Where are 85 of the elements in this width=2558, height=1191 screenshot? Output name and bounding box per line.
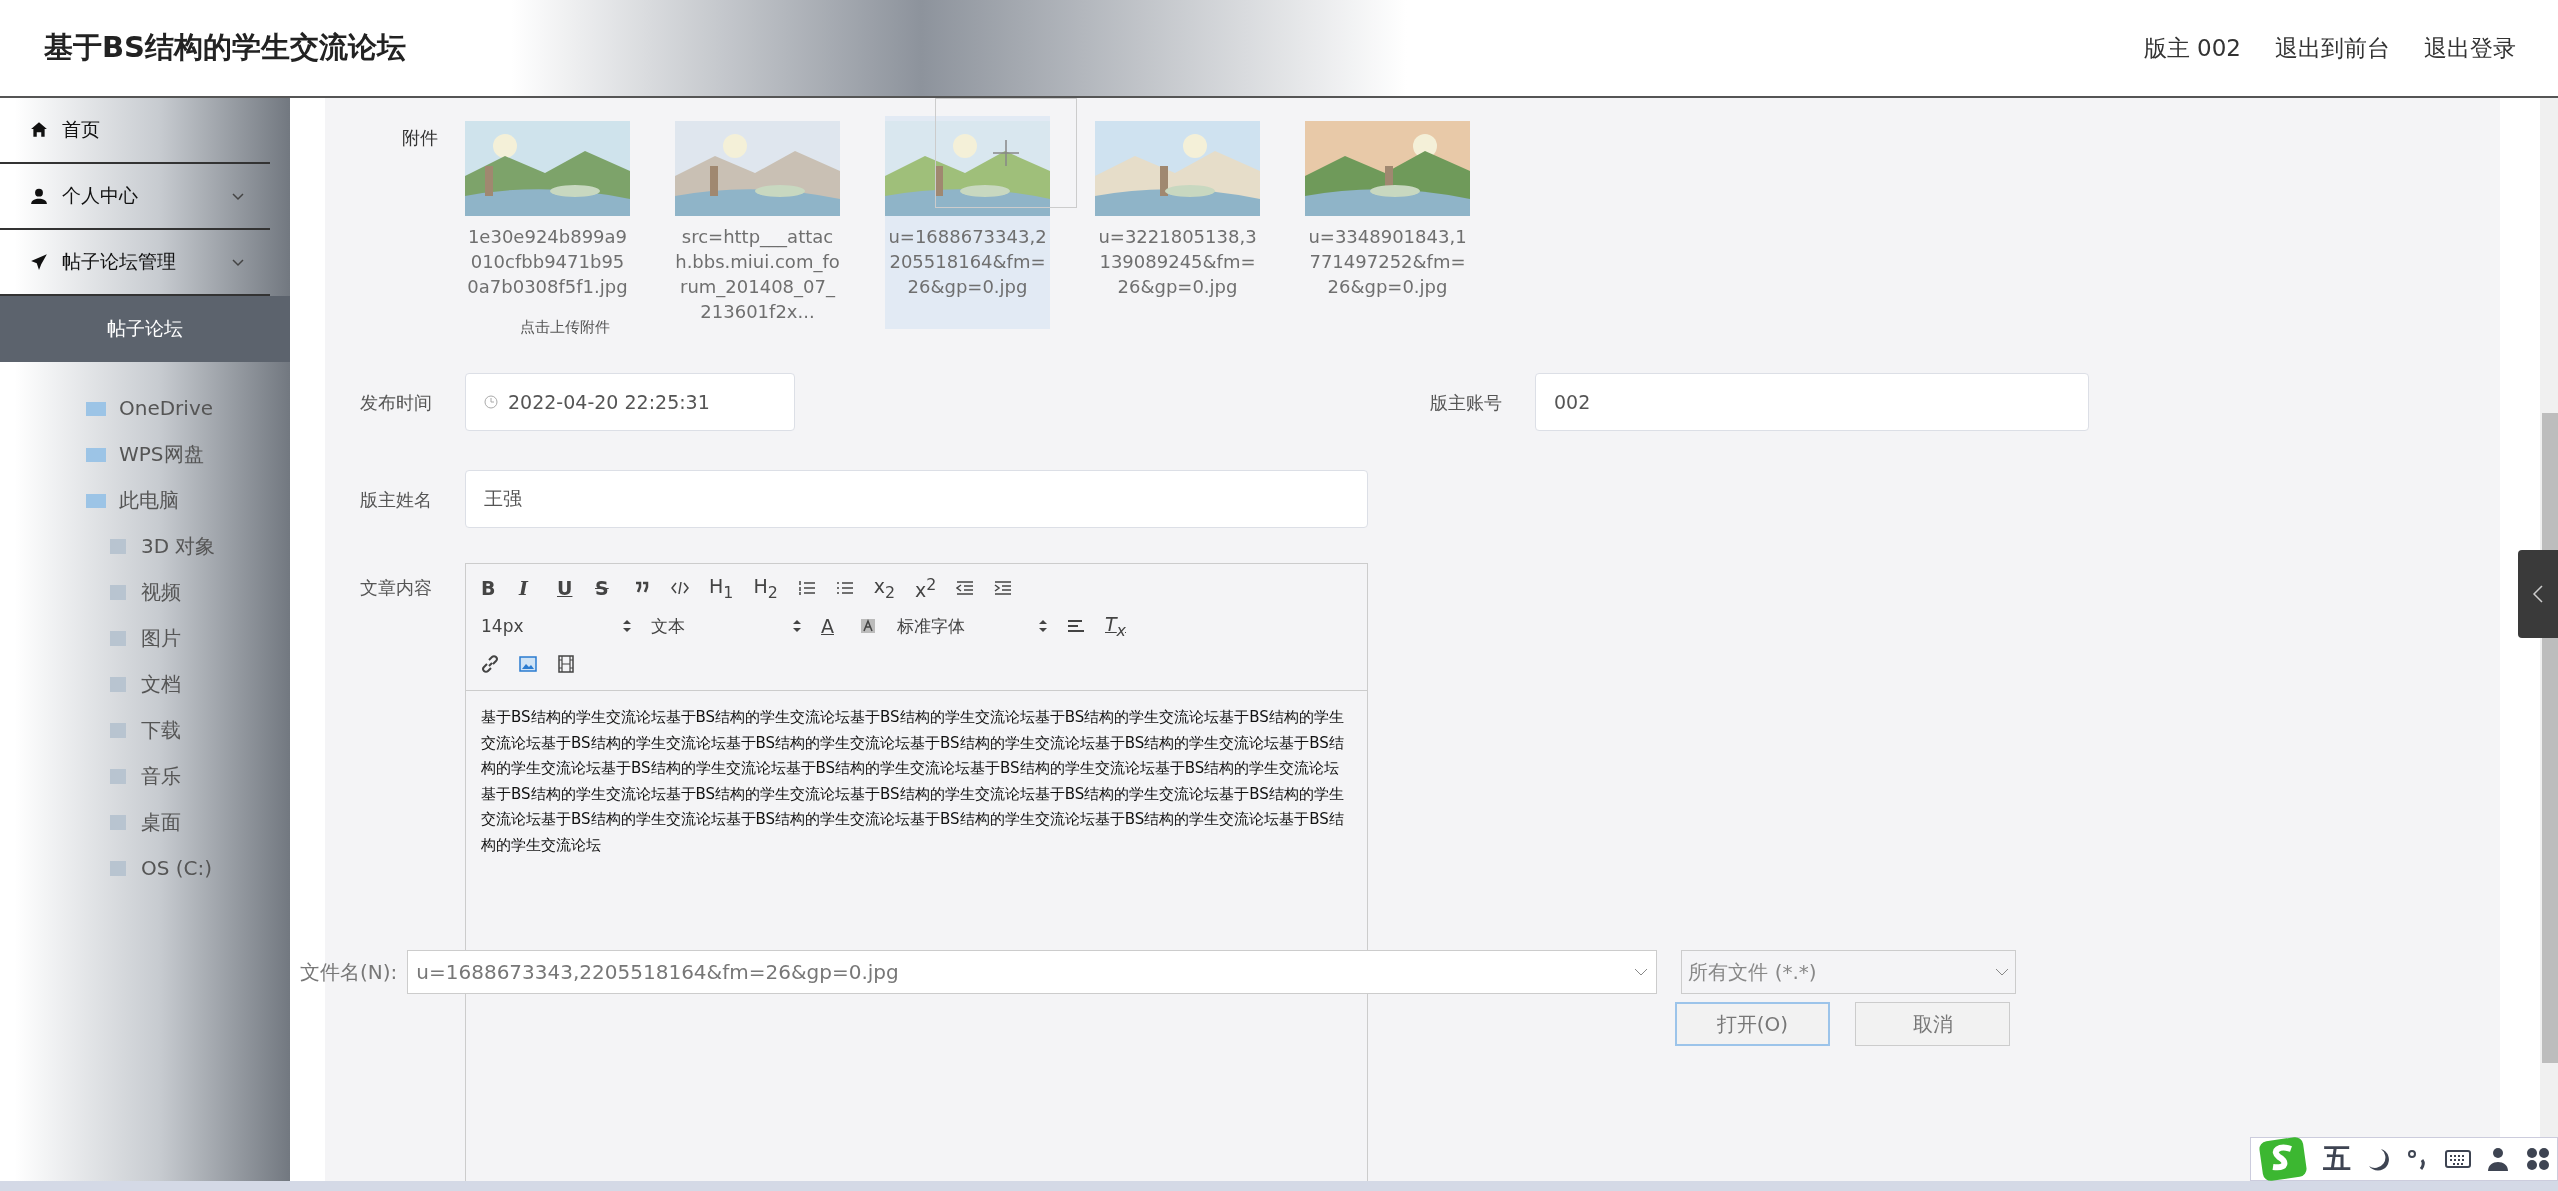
user-icon <box>30 187 48 205</box>
date-field[interactable]: 2022-04-20 22:25:31 <box>465 373 795 431</box>
paper-plane-icon <box>30 253 48 271</box>
clean-tool[interactable]: T$_{x}$ <box>1105 612 1126 640</box>
input-field[interactable]: 王强 <box>465 470 1368 528</box>
folder-icon <box>107 859 129 877</box>
field-label: 文章内容 <box>360 576 433 600</box>
sidebar-subitem[interactable]: 帖子论坛 <box>0 296 290 362</box>
script-tool[interactable]: x$^{2}$ <box>915 574 937 602</box>
image-icon[interactable] <box>519 655 537 673</box>
select-arrows-icon <box>623 619 631 633</box>
nav-item[interactable]: WPS网盘 <box>119 440 204 468</box>
sidebar-item[interactable]: 首页 <box>0 98 270 164</box>
field-label: 版主账号 <box>1430 391 1503 415</box>
bullet-list-icon[interactable] <box>835 579 854 597</box>
field-label: 附件 <box>402 126 439 150</box>
heading-tool[interactable]: H$_{1}$ <box>709 574 734 602</box>
font-color-tool[interactable]: A <box>821 615 839 637</box>
input-field[interactable]: 002 <box>1535 373 2089 431</box>
file-name: src=http___attach.bbs.miui.com_forum_201408_07_213601f2x... <box>675 225 840 324</box>
underline-tool[interactable]: U <box>557 577 575 599</box>
folder-icon <box>107 583 129 601</box>
select-field[interactable]: 标准字体 <box>897 614 1047 638</box>
field-label: 发布时间 <box>360 391 433 415</box>
nav-item[interactable]: 视频 <box>141 578 181 606</box>
heading-tool[interactable]: H$_{2}$ <box>753 574 778 602</box>
caret-icon <box>1634 967 1649 977</box>
file-name: 1e30e924b899a9010cfbb9471b950a7b0308f5f1.jpg <box>466 225 629 299</box>
indent-icon[interactable] <box>994 579 1013 597</box>
italic-tool[interactable]: I <box>519 577 537 599</box>
video-icon[interactable] <box>557 655 575 673</box>
clock-icon <box>484 395 498 409</box>
select-arrows-icon <box>1039 619 1047 633</box>
caret-icon <box>1995 967 2010 977</box>
chevron-left-icon <box>2532 584 2544 604</box>
editor-text[interactable]: 基于BS结构的学生交流论坛基于BS结构的学生交流论坛基于BS结构的学生交流论坛基于BS结构的学生交流论坛基于BS结构的学生交流论坛基于BS结构的学生交流论坛基于BS结构的学生交流论坛基于BS结构的学生交流论坛基于BS结构的学生交流论坛基于BS结构的学生交流论坛基于BS结构的学生交流论坛基于BS结构的学生交流论坛基于BS结构的学生交流论坛基于BS结构的学生交流论坛基于BS结构的学生交流论坛基于BS结构的学生交流论坛基于BS结构的学生交流论坛基于BS结构的学生交流论坛基于BS结构的学生交流论坛基于BS结构的学生交流论坛基于BS结构的学生交流论坛基于BS结构的学生交流论坛基于BS结构的学生交流论坛基于BS结构的学生交流论坛 <box>466 691 1367 872</box>
nav-item[interactable]: 图片 <box>141 624 181 652</box>
file-name: u=3348901843,1771497252&fm=26&gp=0.jpg <box>1307 225 1468 299</box>
open-button[interactable]: 打开(O) <box>1675 1002 1830 1046</box>
header-link[interactable]: 退出登录 <box>2424 32 2516 64</box>
align-icon[interactable] <box>1067 617 1085 635</box>
nav-item[interactable]: OS (C:) <box>141 856 213 880</box>
plus-icon <box>993 140 1019 166</box>
sidebar-item[interactable]: 个人中心 <box>0 164 270 230</box>
strike-tool[interactable]: S <box>595 577 613 599</box>
nav-item[interactable]: 此电脑 <box>119 486 179 514</box>
ordered-list-icon[interactable] <box>797 579 816 597</box>
folder-icon <box>107 813 129 831</box>
folder-icon <box>107 537 129 555</box>
folder-icon <box>107 675 129 693</box>
nav-item[interactable]: 下载 <box>141 716 181 744</box>
field-label: 文件名(N): <box>300 958 398 986</box>
cancel-button[interactable]: 取消 <box>1855 1002 2010 1046</box>
folder-icon <box>85 445 107 463</box>
file-name: u=3221805138,3139089245&fm=26&gp=0.jpg <box>1097 225 1258 299</box>
nav-item[interactable]: 文档 <box>141 670 181 698</box>
file-name: u=1688673343,2205518164&fm=26&gp=0.jpg <box>887 225 1048 299</box>
folder-icon <box>85 491 107 509</box>
upload-hint: 点击上传附件 <box>520 318 610 337</box>
link-icon[interactable] <box>481 655 499 673</box>
nav-item[interactable]: 桌面 <box>141 808 181 836</box>
folder-icon <box>107 721 129 739</box>
grid-icon[interactable] <box>2525 1146 2551 1172</box>
header-link[interactable]: 版主 002 <box>2143 32 2241 64</box>
file-name-field[interactable]: u=1688673343,2205518164&fm=26&gp=0.jpg <box>407 950 1658 994</box>
bold-tool[interactable]: B <box>481 577 499 599</box>
nav-item[interactable]: 音乐 <box>141 762 181 790</box>
code-icon[interactable] <box>671 579 689 597</box>
outdent-icon[interactable] <box>956 579 975 597</box>
folder-icon <box>107 629 129 647</box>
user-icon[interactable] <box>2485 1146 2511 1172</box>
script-tool[interactable]: x$_{2}$ <box>873 574 896 602</box>
input-mode[interactable]: 五 <box>2323 1140 2351 1178</box>
select-field[interactable]: 文本 <box>651 614 801 638</box>
select-field[interactable]: 14px <box>481 616 631 636</box>
folder-icon <box>85 399 107 417</box>
background-color-icon[interactable] <box>859 617 877 635</box>
nav-item[interactable]: 3D 对象 <box>141 532 216 560</box>
select-arrows-icon <box>793 619 801 633</box>
nav-item[interactable]: OneDrive <box>119 396 214 420</box>
home-icon <box>30 121 48 139</box>
field-label: 版主姓名 <box>360 488 433 512</box>
header-link[interactable]: 退出到前台 <box>2275 32 2390 64</box>
site-title: 基于BS结构的学生交流论坛 <box>44 29 406 66</box>
folder-icon <box>107 767 129 785</box>
